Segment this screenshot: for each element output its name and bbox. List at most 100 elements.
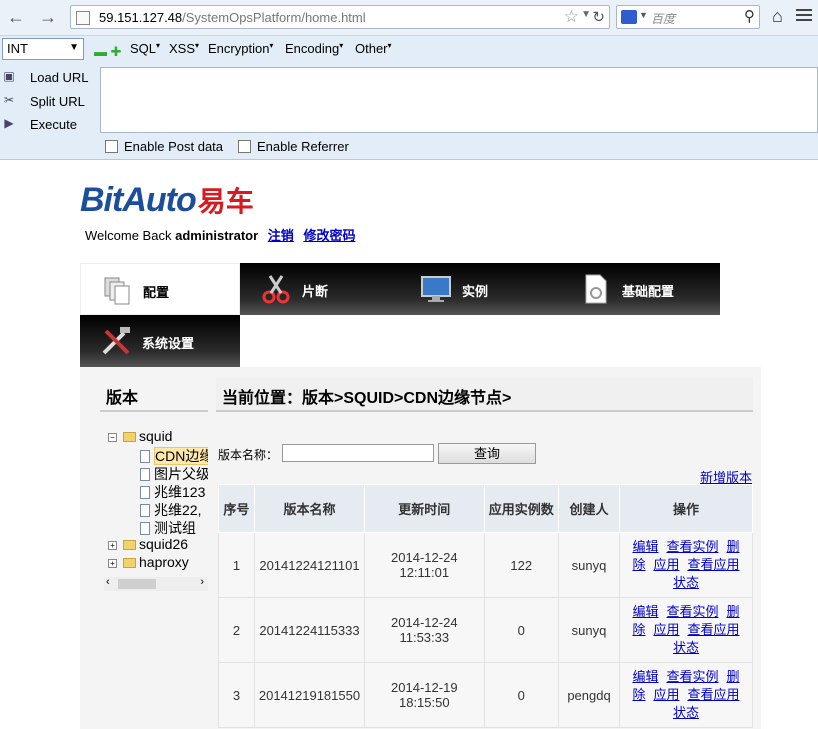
engine-dropdown-icon[interactable]: ▼ bbox=[639, 10, 648, 20]
edit-link[interactable]: 编辑 bbox=[632, 539, 658, 554]
delete-link-cont[interactable]: 除 bbox=[632, 687, 645, 702]
tree-node-haproxy[interactable]: + haproxy bbox=[108, 554, 189, 572]
browser-toolbar: ← → 59.151.127.48/SystemOpsPlatform/home… bbox=[0, 0, 818, 36]
query-button[interactable]: 查询 bbox=[438, 443, 536, 464]
reload-icon[interactable]: ↻ bbox=[592, 8, 605, 26]
search-engine-icon[interactable] bbox=[621, 10, 637, 24]
row-creator: pengdq bbox=[558, 662, 620, 728]
scroll-right-icon[interactable]: › bbox=[200, 576, 204, 588]
page-icon bbox=[140, 522, 150, 535]
documents-icon bbox=[104, 277, 130, 305]
view-apply-link[interactable]: 查看应用 bbox=[687, 557, 739, 572]
view-apply-link-cont[interactable]: 状态 bbox=[673, 640, 699, 655]
apply-link[interactable]: 应用 bbox=[653, 557, 679, 572]
tab-system-settings[interactable]: 系统设置 bbox=[80, 315, 240, 367]
dropdown-icon[interactable]: ▼ bbox=[581, 9, 591, 20]
menu-xss[interactable]: XSS▾ bbox=[169, 41, 199, 56]
expand-icon[interactable]: + bbox=[108, 541, 117, 550]
view-instances-link[interactable]: 查看实例 bbox=[666, 669, 718, 684]
tab-instance[interactable]: 实例 bbox=[400, 263, 560, 315]
delete-link[interactable]: 删 bbox=[726, 539, 739, 554]
row-instance-count: 0 bbox=[483, 597, 560, 663]
collapse-icon[interactable]: − bbox=[108, 433, 117, 442]
col-version-name: 版本名称 bbox=[253, 484, 366, 533]
tree-scrollbar[interactable]: ‹ › bbox=[104, 576, 208, 591]
menu-other[interactable]: Other▾ bbox=[355, 41, 392, 56]
search-box[interactable]: ▼ 百度 ⚲ bbox=[616, 5, 760, 29]
edit-link[interactable]: 编辑 bbox=[632, 669, 658, 684]
menu-sql[interactable]: SQL▾ bbox=[130, 41, 160, 56]
welcome-line: Welcome Back administrator 注销 修改密码 bbox=[85, 228, 356, 243]
version-name-input[interactable] bbox=[282, 444, 434, 462]
forward-icon[interactable]: → bbox=[38, 7, 58, 27]
expand-icon[interactable]: + bbox=[108, 559, 117, 568]
row-version-name: 20141224115333 bbox=[253, 597, 366, 663]
view-apply-link-cont[interactable]: 状态 bbox=[673, 705, 699, 720]
breadcrumb: 当前位置：版本>SQUID>CDN边缘节点> bbox=[216, 378, 753, 412]
view-instances-link[interactable]: 查看实例 bbox=[666, 604, 718, 619]
row-creator: sunyq bbox=[558, 597, 620, 663]
col-creator: 创建人 bbox=[558, 484, 620, 533]
tree-node-img[interactable]: 图片父级 bbox=[140, 464, 208, 482]
url-text: 59.151.127.48/SystemOpsPlatform/home.htm… bbox=[99, 10, 366, 25]
change-password-link[interactable]: 修改密码 bbox=[303, 228, 355, 243]
table-row: 1 20141224121101 2014-12-24 12:11:01 122 … bbox=[218, 532, 754, 598]
hackbar-plus-minus-icon[interactable]: ▬ ✚ bbox=[94, 44, 122, 60]
enable-referrer-checkbox[interactable]: Enable Referrer bbox=[238, 139, 349, 154]
document-gear-icon bbox=[585, 274, 607, 304]
col-actions: 操作 bbox=[618, 484, 754, 533]
table-row: 2 20141224115333 2014-12-24 11:53:33 0 su… bbox=[218, 597, 754, 663]
menu-encryption[interactable]: Encryption▾ bbox=[208, 41, 273, 56]
load-url-icon: ▣ bbox=[3, 69, 15, 83]
delete-link-cont[interactable]: 除 bbox=[632, 622, 645, 637]
tab-config[interactable]: 配置 bbox=[80, 263, 240, 315]
tab-base-config[interactable]: 基础配置 bbox=[560, 263, 720, 315]
encoding-select[interactable]: INT ▼ bbox=[2, 38, 84, 60]
execute-icon: ▶ bbox=[4, 116, 14, 130]
table-header-row: 序号 版本名称 更新时间 应用实例数 创建人 操作 bbox=[218, 484, 754, 533]
delete-link-cont[interactable]: 除 bbox=[632, 557, 645, 572]
tree-node-test[interactable]: 测试组 bbox=[140, 518, 196, 536]
home-icon[interactable]: ⌂ bbox=[772, 6, 783, 27]
bookmark-star-icon[interactable]: ☆ bbox=[564, 7, 579, 27]
apply-link[interactable]: 应用 bbox=[653, 622, 679, 637]
version-tree: −squid CDN边缘节点 图片父级 兆维123 兆维22, 测试组 +squ… bbox=[104, 428, 208, 578]
view-apply-link-cont[interactable]: 状态 bbox=[673, 575, 699, 590]
delete-link[interactable]: 删 bbox=[726, 604, 739, 619]
execute-button[interactable]: ▶ Execute bbox=[0, 115, 95, 135]
tree-node-zw123[interactable]: 兆维123 bbox=[140, 482, 205, 500]
split-url-button[interactable]: ✂ Split URL bbox=[0, 92, 95, 112]
tree-node-cdn[interactable]: CDN边缘节点 bbox=[140, 446, 208, 465]
tree-node-zw22[interactable]: 兆维22, bbox=[140, 500, 201, 518]
enable-post-checkbox[interactable]: Enable Post data bbox=[105, 139, 223, 154]
tree-node-squid26[interactable]: + squid26 bbox=[108, 536, 188, 554]
view-apply-link[interactable]: 查看应用 bbox=[687, 687, 739, 702]
load-url-button[interactable]: ▣ Load URL bbox=[0, 68, 95, 88]
menu-icon[interactable] bbox=[796, 7, 812, 23]
row-index: 3 bbox=[218, 662, 255, 728]
tree-node-squid[interactable]: − squid bbox=[108, 428, 172, 446]
menu-encoding[interactable]: Encoding▾ bbox=[285, 41, 343, 56]
apply-link[interactable]: 应用 bbox=[653, 687, 679, 702]
page-icon bbox=[140, 450, 150, 463]
url-textarea[interactable] bbox=[100, 67, 818, 133]
scroll-thumb[interactable] bbox=[118, 579, 156, 589]
page-icon bbox=[76, 11, 90, 25]
view-instances-link[interactable]: 查看实例 bbox=[666, 539, 718, 554]
delete-link[interactable]: 删 bbox=[726, 669, 739, 684]
hackbar: INT ▼ ▬ ✚ SQL▾ XSS▾ Encryption▾ Encoding▾… bbox=[0, 36, 818, 160]
row-instance-count: 0 bbox=[483, 662, 560, 728]
search-placeholder: 百度 bbox=[651, 12, 676, 26]
search-icon[interactable]: ⚲ bbox=[744, 7, 755, 25]
monitor-icon bbox=[421, 276, 451, 302]
scroll-left-icon[interactable]: ‹ bbox=[106, 576, 110, 588]
tab-snippet[interactable]: 片断 bbox=[240, 263, 400, 315]
tools-icon bbox=[102, 327, 130, 355]
address-bar[interactable]: 59.151.127.48/SystemOpsPlatform/home.htm… bbox=[70, 5, 610, 29]
version-name-label: 版本名称： bbox=[218, 448, 279, 462]
back-icon[interactable]: ← bbox=[6, 7, 26, 27]
view-apply-link[interactable]: 查看应用 bbox=[687, 622, 739, 637]
edit-link[interactable]: 编辑 bbox=[632, 604, 658, 619]
row-actions: 编辑 查看实例删 除应用 查看应用 状态 bbox=[618, 662, 754, 728]
logout-link[interactable]: 注销 bbox=[268, 228, 294, 243]
